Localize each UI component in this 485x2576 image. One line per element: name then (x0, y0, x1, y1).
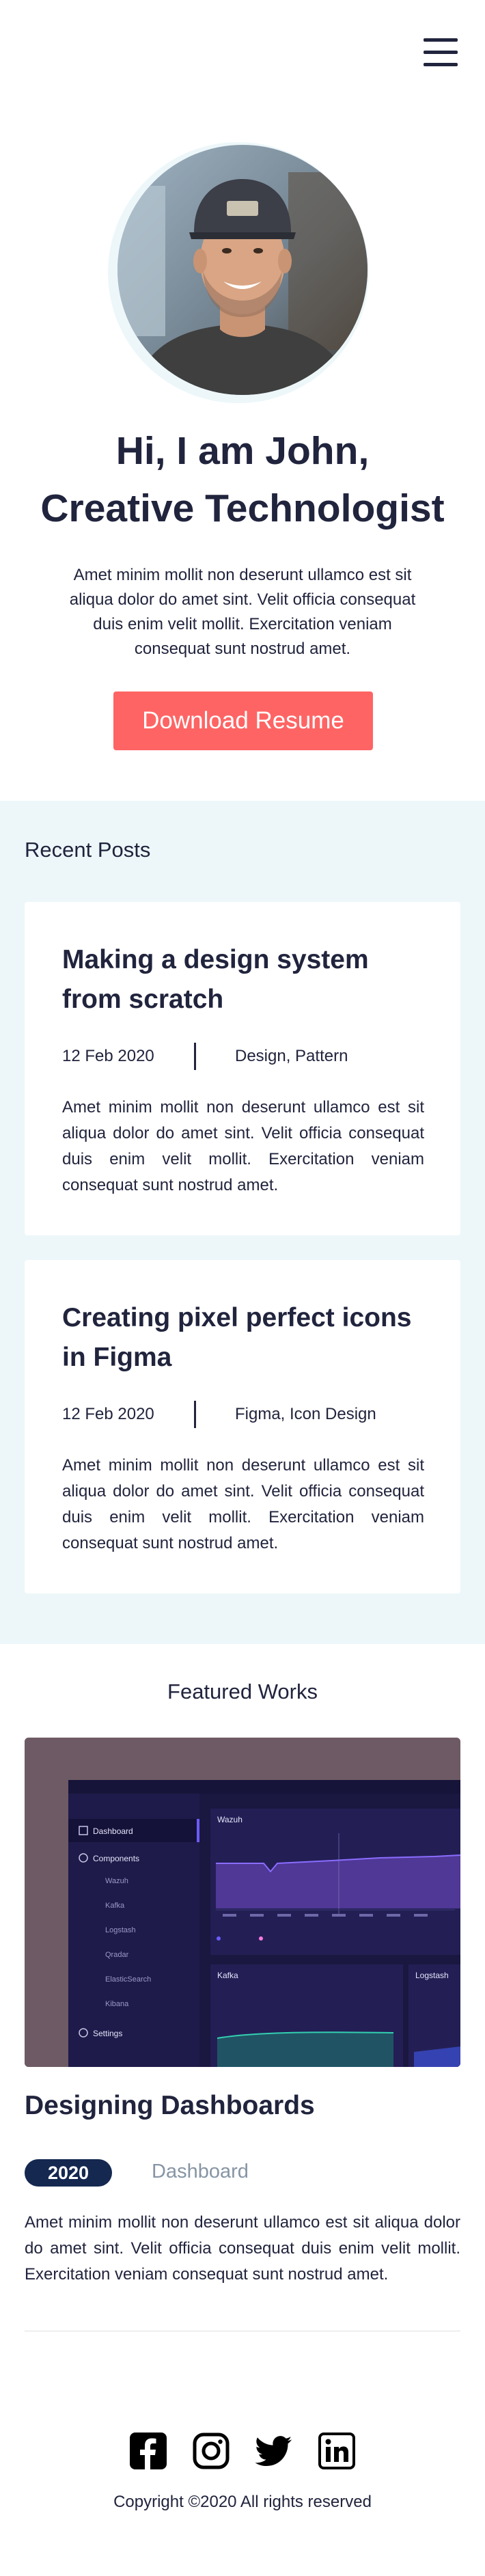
copyright: Copyright ©2020 All rights reserved (113, 2493, 372, 2511)
twitter-icon[interactable] (255, 2433, 292, 2469)
hero-description: Amet minim mollit non deserunt ullamco e… (69, 566, 416, 658)
recent-posts-title: Recent Posts (25, 838, 151, 862)
facebook-icon[interactable] (130, 2433, 167, 2469)
post-card[interactable]: Making a design system from scratch 12 F… (25, 902, 460, 1235)
hero-title-line-1: Hi, I am John, (115, 429, 370, 473)
post-excerpt: Amet minim mollit non deserunt ullamco e… (62, 1098, 424, 1194)
menu-bar (424, 63, 458, 66)
work-category: Dashboard (152, 2161, 249, 2182)
thumb-nav-settings: Settings (93, 2029, 122, 2038)
thumb-nav-elasticsearch: ElasticSearch (105, 1975, 151, 1984)
work-thumbnail[interactable]: Dashboard Components Settings Wazuh Kafk… (25, 1738, 460, 2067)
menu-bar (424, 51, 458, 54)
post-title[interactable]: Creating pixel perfect icons in Figma (62, 1298, 431, 1378)
menu-bar (424, 38, 458, 42)
work-description: Amet minim mollit non deserunt ullamco e… (25, 2213, 460, 2284)
hero-title-line-2: Creative Technologist (40, 487, 445, 530)
thumb-nav-dashboard: Dashboard (93, 1826, 133, 1836)
post-tags: Figma, Icon Design (235, 1405, 376, 1423)
thumb-panel-kafka: Kafka (217, 1971, 238, 1980)
post-date: 12 Feb 2020 (62, 1047, 154, 1065)
linkedin-icon[interactable] (318, 2433, 355, 2469)
post-excerpt: Amet minim mollit non deserunt ullamco e… (62, 1456, 424, 1552)
thumb-nav-logstash: Logstash (105, 1926, 136, 1934)
year-badge: 2020 (25, 2159, 112, 2187)
post-tags: Design, Pattern (235, 1047, 348, 1065)
thumb-panel-logstash: Logstash (415, 1971, 449, 1980)
featured-works-title: Featured Works (167, 1680, 318, 1703)
instagram-icon[interactable] (193, 2433, 230, 2469)
post-meta-divider (194, 1043, 196, 1070)
thumb-panel-wazuh: Wazuh (217, 1815, 242, 1824)
work-title[interactable]: Designing Dashboards (25, 2091, 315, 2121)
hamburger-menu-icon[interactable] (419, 36, 462, 70)
avatar (117, 145, 368, 395)
download-resume-button[interactable]: Download Resume (113, 691, 373, 750)
thumb-nav-qradar: Qradar (105, 1951, 129, 1959)
thumb-nav-kibana: Kibana (105, 2000, 129, 2008)
thumb-nav-components: Components (93, 1854, 139, 1863)
post-date: 12 Feb 2020 (62, 1405, 154, 1423)
thumb-nav-kafka: Kafka (105, 1902, 125, 1910)
post-title[interactable]: Making a design system from scratch (62, 940, 431, 1019)
recent-posts-section: Recent Posts Making a design system from… (0, 801, 485, 1644)
post-card[interactable]: Creating pixel perfect icons in Figma 12… (25, 1260, 460, 1593)
post-meta-divider (194, 1401, 196, 1428)
thumb-nav-wazuh: Wazuh (105, 1877, 128, 1885)
